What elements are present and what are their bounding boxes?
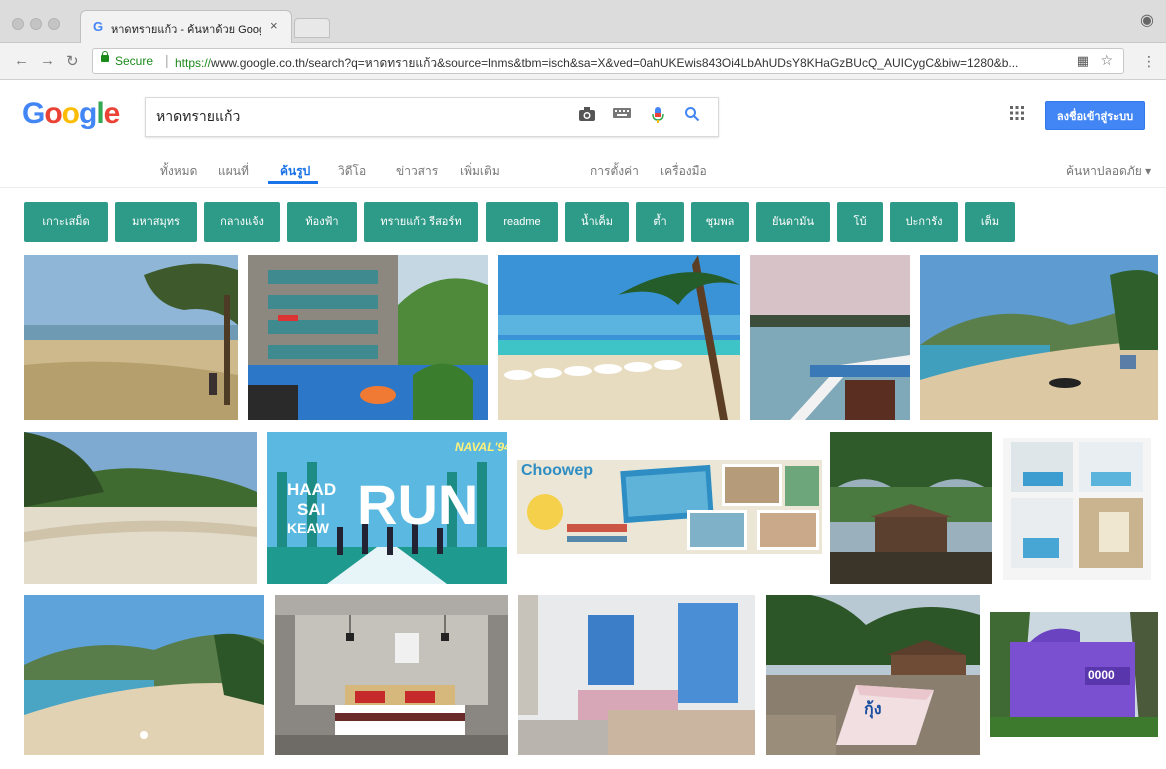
chip-related-search[interactable]: ต้ำ (636, 202, 684, 242)
new-tab-button[interactable] (294, 18, 330, 38)
search-input[interactable] (154, 105, 558, 129)
forward-arrow-icon[interactable]: → (40, 52, 55, 69)
logo-letter: e (103, 97, 121, 130)
image-overlay-text: NAVAL'94 (455, 440, 507, 454)
image-overlay-text: RUN (357, 473, 479, 536)
tab-all[interactable]: ทั้งหมด (160, 162, 197, 181)
secure-label: Secure (115, 54, 154, 68)
url-path: www.google.co.th/search?q=หาดทรายแก้ว&so… (211, 56, 1019, 70)
address-bar[interactable]: Secure | https://www.google.co.th/search… (92, 48, 1124, 74)
chip-related-search[interactable]: ยันดามัน (756, 202, 830, 242)
logo-letter: o (44, 97, 62, 130)
image-result[interactable] (498, 255, 740, 420)
translate-icon[interactable]: ▦ (1077, 53, 1089, 69)
reload-icon[interactable]: ↻ (66, 52, 79, 70)
tab-tools[interactable]: เครื่องมือ (660, 162, 707, 181)
image-result[interactable] (518, 595, 755, 755)
logo-letter: G (22, 97, 45, 130)
image-result[interactable]: HAAD SAI KEAW RUN NAVAL'94 (267, 432, 507, 584)
browser-tab[interactable]: G หาดทรายแก้ว - ค้นหาด้วย Google × (80, 10, 292, 43)
chip-related-search[interactable]: เต็ม (965, 202, 1015, 242)
search-icon[interactable] (684, 106, 700, 127)
logo-letter: g (79, 97, 97, 130)
active-tab-indicator (268, 181, 318, 184)
lock-icon (101, 51, 109, 62)
chip-related-search[interactable]: ปะการัง (890, 202, 958, 242)
bookmark-star-icon[interactable]: ☆ (1100, 52, 1113, 69)
safesearch-menu[interactable]: ค้นหาปลอดภัย ▾ (1066, 162, 1151, 181)
image-overlay-text: กุ้ง (864, 701, 882, 718)
image-result[interactable] (24, 432, 257, 584)
window-close-button[interactable] (12, 18, 24, 30)
logo-letter: l (96, 97, 104, 130)
logo-letter: o (61, 97, 80, 130)
chip-related-search[interactable]: มหาสมุทร (115, 202, 197, 242)
chip-related-search[interactable]: เกาะเสม็ด (24, 202, 108, 242)
apps-grid-icon[interactable] (1009, 105, 1025, 126)
tab-title: หาดทรายแก้ว - ค้นหาด้วย Google (111, 24, 261, 36)
tab-images[interactable]: ค้นรูป (280, 162, 310, 181)
chip-related-search[interactable]: ชุมพล (691, 202, 749, 242)
browser-toolbar: ← → ↻ Secure | https://www.google.co.th/… (0, 43, 1166, 80)
sign-in-button[interactable]: ลงชื่อเข้าสู่ระบบ (1045, 101, 1145, 130)
image-result[interactable] (750, 255, 910, 420)
tab-videos[interactable]: วิดีโอ (338, 162, 366, 181)
tab-news[interactable]: ข่าวสาร (396, 162, 438, 181)
window-minimize-button[interactable] (30, 18, 42, 30)
search-box (145, 97, 719, 137)
image-overlay-text: KEAW (287, 520, 329, 536)
image-result[interactable] (24, 255, 238, 420)
tab-more[interactable]: เพิ่มเติม (460, 162, 500, 181)
browser-tabstrip: G หาดทรายแก้ว - ค้นหาด้วย Google × ◉ (0, 0, 1166, 43)
browser-menu-icon[interactable]: ⋮ (1142, 53, 1156, 70)
chip-related-search[interactable]: โบ้ (837, 202, 883, 242)
chip-related-search[interactable]: ทรายแก้ว รีสอร์ท (364, 202, 478, 242)
image-result[interactable]: Choowep (517, 460, 822, 554)
profile-icon[interactable]: ◉ (1140, 10, 1154, 30)
image-overlay-text: 0000 (1088, 668, 1115, 682)
tab-maps[interactable]: แผนที่ (218, 162, 249, 181)
chip-related-search[interactable]: น้ำเค็ม (565, 202, 629, 242)
tab-close-icon[interactable]: × (270, 18, 278, 33)
header-divider (0, 187, 1166, 188)
image-result[interactable]: กุ้ง (766, 595, 980, 755)
image-result[interactable]: 0000 (990, 612, 1158, 737)
chip-related-search[interactable]: กลางแจ้ง (204, 202, 280, 242)
image-result[interactable] (1003, 438, 1151, 580)
chip-related-search[interactable]: readme (486, 202, 558, 242)
image-overlay-text: SAI (297, 500, 326, 519)
url-scheme: https:// (175, 56, 212, 70)
image-result[interactable] (920, 255, 1158, 420)
image-overlay-text: Choowep (521, 462, 593, 479)
google-favicon-icon: G (93, 19, 104, 34)
keyboard-icon[interactable] (612, 106, 632, 125)
chip-related-search[interactable]: ท้องฟ้า (287, 202, 357, 242)
url-separator: | (165, 52, 169, 68)
camera-icon[interactable] (578, 106, 596, 127)
window-zoom-button[interactable] (48, 18, 60, 30)
url-text[interactable]: https://www.google.co.th/search?q=หาดทรา… (175, 54, 1055, 73)
back-arrow-icon[interactable]: ← (14, 52, 29, 69)
image-result[interactable] (24, 595, 264, 755)
image-result[interactable] (275, 595, 508, 755)
image-result[interactable] (830, 432, 992, 584)
tab-settings[interactable]: การตั้งค่า (590, 162, 639, 181)
microphone-icon[interactable] (652, 106, 664, 129)
google-logo[interactable]: Google (22, 97, 121, 131)
image-overlay-text: HAAD (287, 480, 337, 499)
image-result[interactable] (248, 255, 488, 420)
